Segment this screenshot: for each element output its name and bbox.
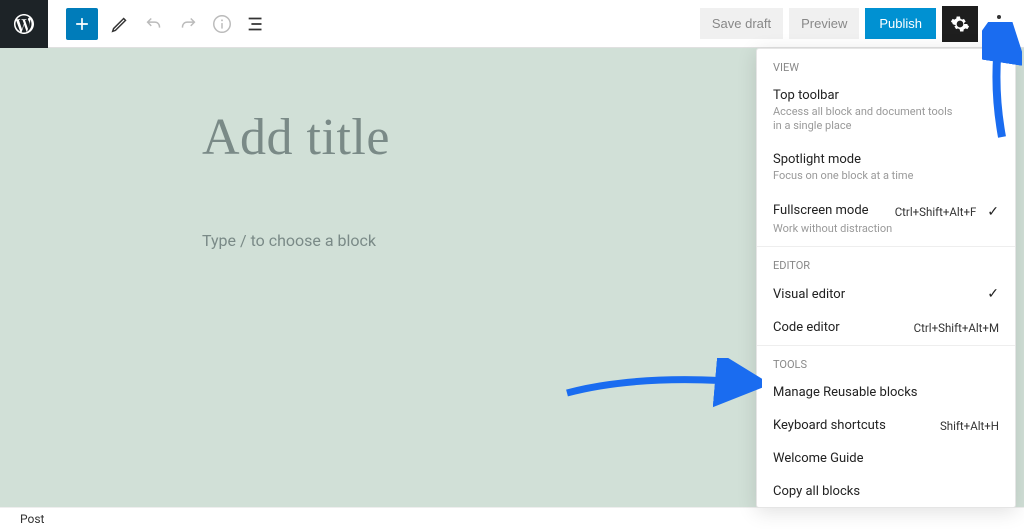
edit-mode-button[interactable] (108, 12, 132, 36)
menu-item-label: Visual editor (773, 287, 845, 302)
menu-item-spotlight[interactable]: Spotlight mode Focus on one block at a t… (757, 144, 1015, 193)
menu-item-desc: Access all block and document tools in a… (773, 105, 999, 134)
menu-item-desc: Focus on one block at a time (773, 169, 999, 183)
breadcrumb-text[interactable]: Post (20, 512, 44, 526)
options-menu: VIEW Top toolbar Access all block and do… (756, 48, 1016, 508)
title-input[interactable]: Add title (202, 108, 822, 167)
menu-item-reusable-blocks[interactable]: Manage Reusable blocks (757, 377, 1015, 410)
block-placeholder[interactable]: Type / to choose a block (202, 231, 796, 250)
toolbar-left (48, 8, 268, 40)
menu-item-top-toolbar[interactable]: Top toolbar Access all block and documen… (757, 80, 1015, 144)
undo-button[interactable] (142, 12, 166, 36)
wordpress-icon (12, 12, 36, 36)
check-icon: ✓ (987, 286, 999, 302)
menu-item-label: Copy all blocks (773, 484, 860, 499)
menu-item-code-editor[interactable]: Code editor Ctrl+Shift+Alt+M (757, 312, 1015, 345)
menu-item-shortcut: Ctrl+Shift+Alt+F (895, 205, 977, 219)
menu-item-label: Manage Reusable blocks (773, 385, 918, 400)
menu-item-label: Fullscreen mode (773, 203, 869, 218)
check-icon: ✓ (980, 204, 999, 220)
add-block-button[interactable] (66, 8, 98, 40)
menu-item-shortcut: Shift+Alt+H (940, 419, 999, 433)
menu-item-copy-all-blocks[interactable]: Copy all blocks (757, 476, 1015, 508)
save-draft-button[interactable]: Save draft (700, 8, 783, 39)
footer-breadcrumb: Post (0, 507, 1024, 529)
preview-button[interactable]: Preview (789, 8, 859, 39)
settings-button[interactable] (942, 6, 978, 42)
menu-item-desc: Work without distraction (773, 222, 999, 236)
menu-item-label: Top toolbar (773, 88, 839, 103)
publish-button[interactable]: Publish (865, 8, 936, 39)
undo-icon (143, 13, 165, 35)
menu-item-fullscreen[interactable]: Fullscreen mode Ctrl+Shift+Alt+F ✓ Work … (757, 193, 1015, 246)
menu-item-visual-editor[interactable]: Visual editor ✓ (757, 278, 1015, 312)
menu-item-label: Spotlight mode (773, 152, 861, 167)
redo-button[interactable] (176, 12, 200, 36)
outline-button[interactable] (244, 12, 268, 36)
list-icon (245, 13, 267, 35)
menu-item-welcome-guide[interactable]: Welcome Guide (757, 443, 1015, 476)
info-button[interactable] (210, 12, 234, 36)
kebab-icon (997, 15, 1001, 33)
menu-item-keyboard-shortcuts[interactable]: Keyboard shortcuts Shift+Alt+H (757, 410, 1015, 443)
pencil-icon (109, 13, 131, 35)
toolbar-right: Save draft Preview Publish (700, 6, 1024, 42)
wp-logo[interactable] (0, 0, 48, 48)
menu-item-label: Keyboard shortcuts (773, 418, 886, 433)
menu-section-tools: TOOLS (757, 345, 1015, 377)
editor-content: Add title Type / to choose a block (202, 108, 822, 253)
menu-item-label: Code editor (773, 320, 840, 335)
more-options-button[interactable] (984, 6, 1014, 42)
gear-icon (950, 14, 970, 34)
block-row: Type / to choose a block (202, 227, 822, 253)
top-toolbar: Save draft Preview Publish (0, 0, 1024, 48)
menu-section-view: VIEW (757, 49, 1015, 80)
menu-item-label: Welcome Guide (773, 451, 864, 466)
redo-icon (177, 13, 199, 35)
menu-section-editor: EDITOR (757, 246, 1015, 278)
plus-icon (72, 14, 92, 34)
menu-item-shortcut: Ctrl+Shift+Alt+M (914, 321, 999, 335)
info-icon (211, 13, 233, 35)
